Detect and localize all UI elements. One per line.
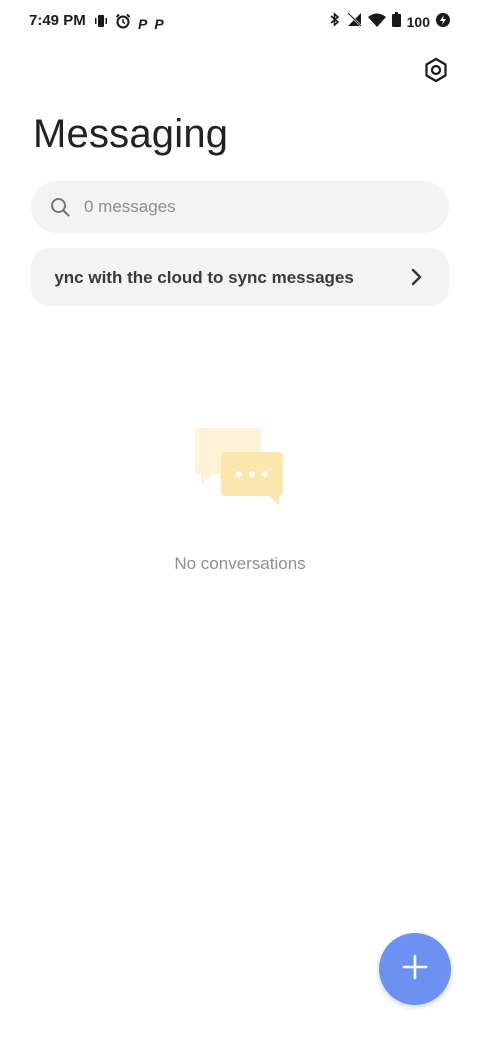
new-conversation-button[interactable] [379, 933, 451, 1005]
plus-icon [402, 954, 428, 985]
search-icon [50, 197, 70, 217]
sync-banner-text: Sync with the cloud to sync messages [55, 268, 354, 287]
status-notification-icons: P P [94, 13, 164, 34]
status-time: 7:49 PM [29, 12, 86, 29]
bluetooth-icon [329, 12, 341, 32]
chat-bubbles-icon [195, 426, 287, 510]
battery-level: 100 [406, 14, 430, 30]
no-signal-icon [346, 12, 362, 32]
status-system-icons: 100 [329, 12, 450, 32]
search-bar[interactable] [31, 181, 449, 233]
page-title: Messaging [33, 112, 229, 156]
sync-banner-text-container: Sync with the cloud to sync messages [55, 268, 405, 288]
settings-icon [423, 57, 449, 88]
settings-button[interactable] [418, 54, 454, 90]
p-notification-icon: P [138, 15, 148, 32]
charging-icon [436, 12, 450, 32]
alarm-icon [115, 13, 131, 34]
sync-banner[interactable]: Sync with the cloud to sync messages [31, 248, 449, 306]
chevron-right-icon [409, 268, 425, 286]
battery-icon [391, 12, 401, 32]
empty-state-message: No conversations [174, 554, 306, 573]
wifi-icon [367, 13, 386, 32]
p-notification-icon: P [154, 15, 164, 32]
vibrate-icon [94, 14, 108, 33]
status-bar: 7:49 PM P P 100 [0, 0, 480, 44]
search-input[interactable] [82, 196, 416, 218]
